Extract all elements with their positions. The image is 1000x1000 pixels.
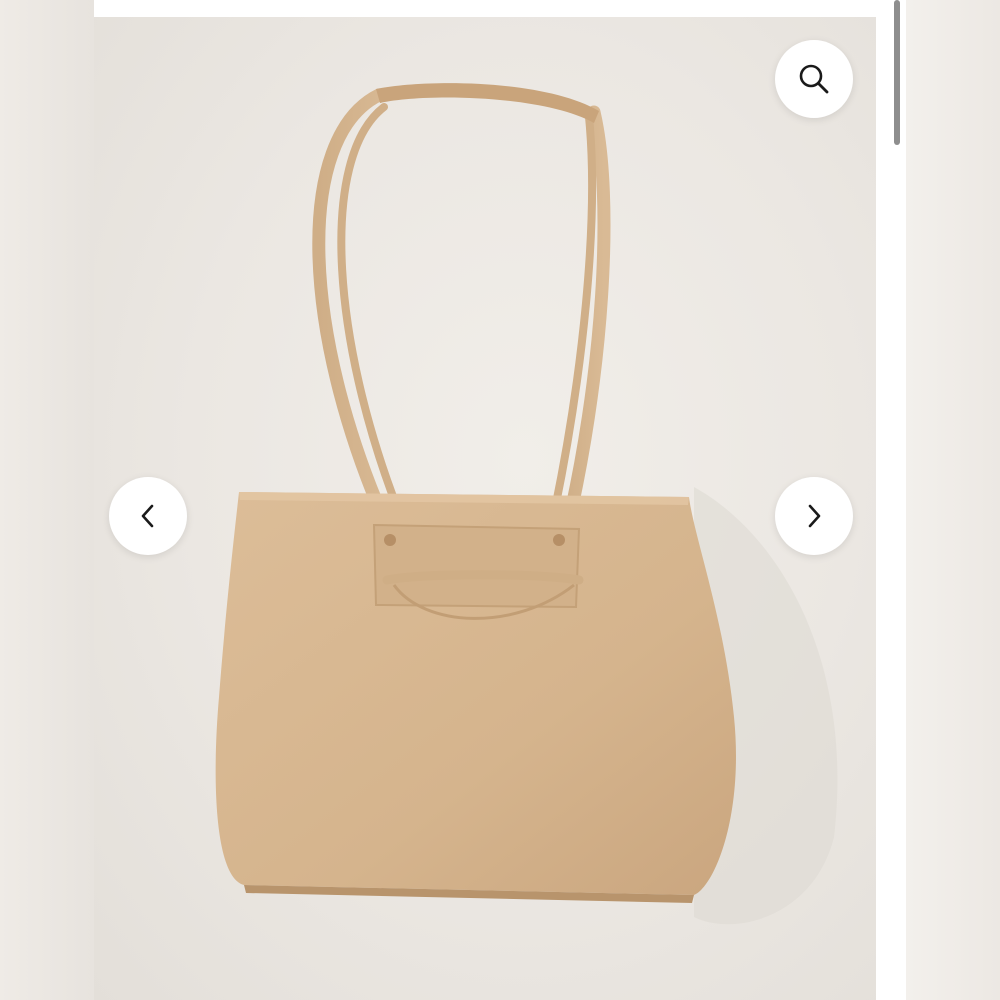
product-image (215, 83, 838, 925)
search-icon (799, 64, 829, 94)
previous-image-peek (0, 0, 94, 1000)
next-image-button[interactable] (775, 477, 853, 555)
image-carousel[interactable] (94, 17, 876, 1000)
scrollbar-thumb[interactable] (894, 0, 900, 145)
top-strip (94, 0, 906, 17)
product-gallery-page (0, 0, 1000, 1000)
right-gutter (876, 0, 906, 1000)
zoom-button[interactable] (775, 40, 853, 118)
previous-image-button[interactable] (109, 477, 187, 555)
chevron-right-icon (808, 504, 821, 528)
chevron-left-icon (141, 504, 154, 528)
next-image-peek (906, 0, 1000, 1000)
